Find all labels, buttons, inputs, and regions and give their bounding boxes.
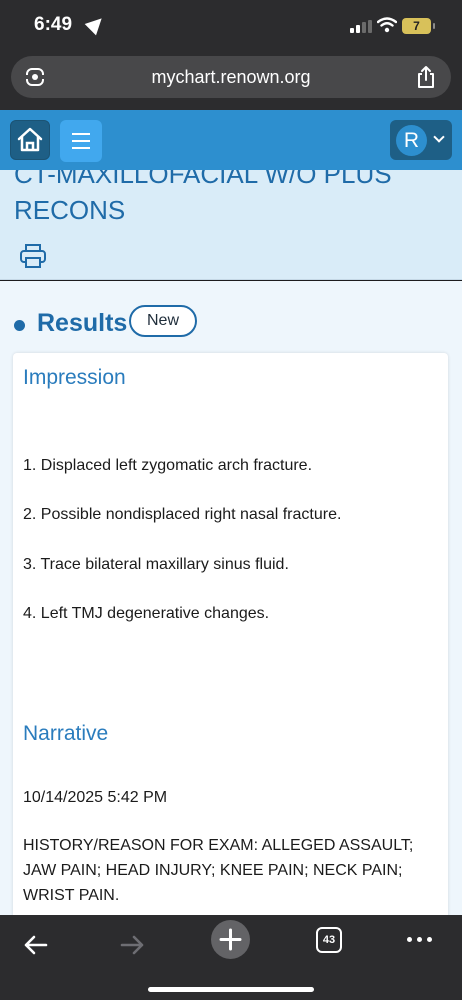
- url-text[interactable]: mychart.renown.org: [11, 67, 451, 88]
- avatar: R: [396, 125, 427, 156]
- narrative-history: HISTORY/REASON FOR EXAM: ALLEGED ASSAULT…: [23, 837, 414, 904]
- results-dot-icon: [14, 320, 25, 331]
- impression-item: 2. Possible nondisplaced right nasal fra…: [23, 506, 342, 523]
- results-card: Impression 1. Displaced left zygomatic a…: [13, 353, 448, 915]
- impression-item: 4. Left TMJ degenerative changes.: [23, 605, 270, 622]
- plus-icon: [219, 928, 242, 951]
- print-icon[interactable]: [19, 243, 47, 269]
- home-indicator: [148, 987, 314, 992]
- impression-item: 3. Trace bilateral maxillary sinus fluid…: [23, 556, 289, 573]
- new-badge: New: [129, 305, 197, 337]
- address-bar[interactable]: mychart.renown.org: [11, 56, 451, 98]
- browser-address-area: mychart.renown.org: [0, 52, 462, 110]
- back-icon[interactable]: [22, 931, 50, 959]
- status-time: 6:49: [34, 14, 73, 35]
- wifi-icon: [377, 17, 397, 33]
- narrative-timestamp: 10/14/2025 5:42 PM: [23, 789, 168, 806]
- impression-item: 1. Displaced left zygomatic arch fractur…: [23, 457, 313, 474]
- impression-heading: Impression: [23, 366, 126, 389]
- main-content: Results New Impression 1. Displaced left…: [0, 281, 462, 915]
- battery-icon: 7: [402, 18, 435, 34]
- page-title: CT-MAXILLOFACIAL W/O PLUS RECONS: [14, 170, 392, 225]
- location-arrow-icon: [84, 12, 108, 36]
- tabs-icon[interactable]: 43: [316, 927, 342, 953]
- browser-toolbar: 43: [0, 915, 462, 1000]
- app-header: R: [0, 110, 462, 170]
- home-button[interactable]: [10, 120, 50, 160]
- chevron-down-icon: [433, 131, 445, 143]
- more-icon[interactable]: [405, 931, 435, 947]
- new-tab-button[interactable]: [211, 920, 250, 959]
- share-icon[interactable]: [415, 65, 437, 89]
- results-label: Results: [37, 309, 128, 337]
- signal-icon: [350, 20, 372, 33]
- title-band: CT-MAXILLOFACIAL W/O PLUS RECONS: [0, 170, 462, 280]
- menu-button[interactable]: [60, 120, 102, 162]
- narrative-heading: Narrative: [23, 722, 109, 745]
- account-menu-button[interactable]: R: [390, 120, 452, 160]
- status-bar: 6:49 7: [0, 0, 462, 52]
- forward-icon[interactable]: [118, 931, 146, 959]
- home-icon: [17, 127, 43, 152]
